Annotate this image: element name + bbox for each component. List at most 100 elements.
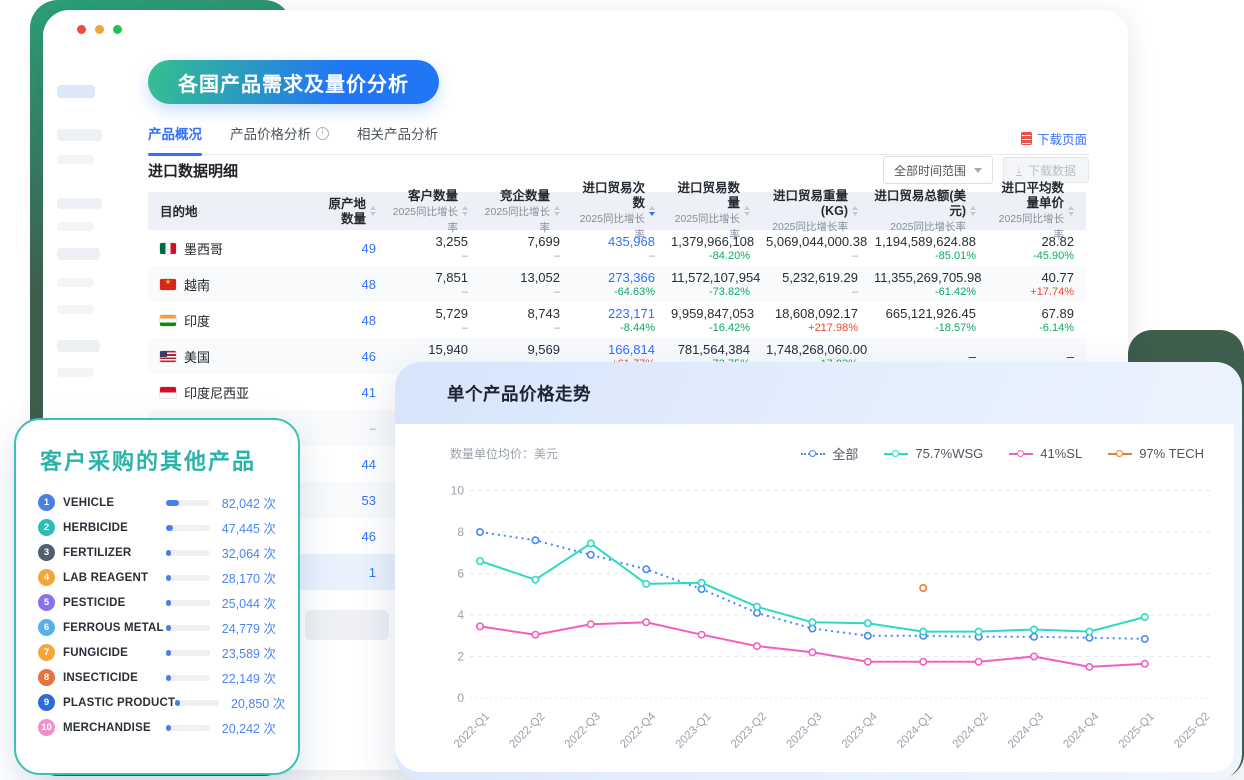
column-header[interactable]: 客户数量2025同比增长率 — [388, 192, 480, 230]
product-count: 22,149 次 — [210, 668, 276, 687]
origin-count-cell: – — [323, 420, 388, 436]
svg-text:6: 6 — [457, 567, 464, 581]
sort-icon[interactable] — [744, 206, 750, 216]
product-list-item[interactable]: 8 INSECTICIDE 22,149 次 — [34, 665, 280, 690]
product-bar — [166, 725, 210, 731]
svg-text:4: 4 — [457, 608, 464, 622]
sort-icon[interactable] — [852, 206, 858, 216]
column-header[interactable]: 竞企数量2025同比增长率 — [480, 192, 572, 230]
table-header: 目的地 原产地数量 客户数量2025同比增长率 竞企数量2025同比增长率 进口… — [148, 192, 1086, 230]
column-header[interactable]: 进口贸易总额(美元)2025同比增长率 — [870, 192, 988, 230]
svg-text:2025-Q1: 2025-Q1 — [1117, 711, 1157, 751]
svg-text:2023-Q2: 2023-Q2 — [729, 711, 769, 751]
product-count: 82,042 次 — [210, 493, 276, 512]
close-button[interactable] — [77, 25, 86, 34]
product-list-item[interactable]: 3 FERTILIZER 32,064 次 — [34, 540, 280, 565]
zoom-button[interactable] — [113, 25, 122, 34]
product-list-item[interactable]: 9 PLASTIC PRODUCT 20,850 次 — [34, 690, 280, 715]
sort-icon[interactable] — [554, 206, 560, 216]
destination-cell: 墨西哥 — [148, 239, 323, 258]
column-header[interactable]: 进口贸易次数2025同比增长率 — [572, 192, 667, 230]
product-bar — [166, 500, 210, 506]
country-flag-icon — [160, 279, 176, 290]
table-row[interactable]: 印度 48 5,729 – 8,743 – 223,171 -8.44% 9,9… — [148, 302, 1086, 338]
product-bar — [166, 675, 210, 681]
destination-cell: 印度 — [148, 311, 323, 330]
svg-text:2023-Q4: 2023-Q4 — [840, 710, 881, 751]
download-page-link[interactable]: 下载页面 — [1021, 129, 1087, 148]
metric-cell: 7,699 – — [480, 234, 572, 263]
product-list-item[interactable]: 2 HERBICIDE 47,445 次 — [34, 515, 280, 540]
tab-1[interactable]: 产品价格分析 — [230, 124, 329, 154]
column-header[interactable]: 原产地数量 — [323, 192, 388, 230]
price-trend-chart[interactable]: 02468102022-Q12022-Q22022-Q32022-Q42023-… — [410, 470, 1220, 775]
svg-text:2022-Q1: 2022-Q1 — [452, 711, 492, 751]
product-list-item[interactable]: 1 VEHICLE 82,042 次 — [34, 490, 280, 515]
legend-marker-icon — [1108, 449, 1132, 458]
sidebar-skeleton-bar — [57, 155, 94, 164]
legend-marker-icon — [1009, 449, 1033, 458]
table-row[interactable]: 墨西哥 49 3,255 – 7,699 – 435,968 – 1,379,9… — [148, 230, 1086, 266]
product-name: FERTILIZER — [63, 547, 166, 559]
origin-count-cell: 41 — [323, 385, 388, 400]
sort-icon[interactable] — [649, 206, 655, 216]
sort-icon[interactable] — [970, 206, 976, 216]
country-flag-icon — [160, 351, 176, 362]
download-data-label: 下载数据 — [1028, 162, 1076, 179]
sidebar-skeleton-bar — [57, 368, 94, 377]
chart-legend: 全部 75.7%WSG 41%SL 97% TECH — [801, 444, 1204, 463]
origin-count-cell: 48 — [323, 313, 388, 328]
product-list-item[interactable]: 7 FUNGICIDE 23,589 次 — [34, 640, 280, 665]
tab-0[interactable]: 产品概况 — [148, 124, 202, 154]
price-trend-card: 单个产品价格走势 数量单位均价：美元 全部 75.7%WSG 41%SL 97%… — [395, 362, 1242, 780]
product-bar — [166, 600, 210, 606]
product-count: 28,170 次 — [210, 568, 276, 587]
metric-cell: 1,194,589,624.88 -85.01% — [870, 234, 988, 263]
sidebar-skeleton-bar — [57, 340, 100, 352]
product-name: PLASTIC PRODUCT — [63, 697, 175, 709]
product-count: 23,589 次 — [210, 643, 276, 662]
sort-icon[interactable] — [370, 206, 376, 216]
page-title: 各国产品需求及量价分析 — [148, 60, 439, 104]
metric-cell: 18,608,092.17 +217.98% — [762, 306, 870, 335]
legend-marker-icon — [801, 449, 825, 458]
sort-icon[interactable] — [462, 206, 468, 216]
origin-count-cell: 48 — [323, 277, 388, 292]
other-products-title: 客户采购的其他产品 — [40, 444, 280, 476]
product-list-item[interactable]: 10 MERCHANDISE 20,242 次 — [34, 715, 280, 740]
product-bar — [166, 575, 210, 581]
svg-text:2: 2 — [457, 650, 464, 664]
column-header[interactable]: 进口贸易重量(KG)2025同比增长率 — [762, 192, 870, 230]
column-header[interactable]: 进口贸易数量2025同比增长率 — [667, 192, 762, 230]
table-row[interactable]: 越南 48 7,851 – 13,052 – 273,366 -64.63% 1… — [148, 266, 1086, 302]
page-title-text: 各国产品需求及量价分析 — [178, 68, 409, 97]
column-header[interactable]: 进口平均数量单价2025同比增长率 — [988, 192, 1086, 230]
rank-badge: 6 — [38, 619, 55, 636]
product-list-item[interactable]: 4 LAB REAGENT 28,170 次 — [34, 565, 280, 590]
legend-item[interactable]: 全部 — [801, 444, 858, 463]
tab-2[interactable]: 相关产品分析 — [357, 124, 438, 154]
download-icon: ↓ — [1016, 164, 1022, 176]
rank-badge: 2 — [38, 519, 55, 536]
metric-cell: 13,052 – — [480, 270, 572, 299]
origin-count-cell: 46 — [323, 349, 388, 364]
table-loading-skeleton — [305, 610, 389, 640]
country-flag-icon — [160, 387, 176, 398]
metric-cell: 5,069,044,000.38 – — [762, 234, 870, 263]
product-list-item[interactable]: 5 PESTICIDE 25,044 次 — [34, 590, 280, 615]
metric-cell: 8,743 – — [480, 306, 572, 335]
sidebar-skeleton-bar — [57, 129, 102, 141]
legend-item[interactable]: 41%SL — [1009, 446, 1082, 461]
tab-bar: 产品概况 产品价格分析 相关产品分析 — [148, 124, 1089, 155]
sort-icon[interactable] — [1068, 206, 1074, 216]
product-count: 47,445 次 — [210, 518, 276, 537]
origin-count-cell: 44 — [323, 457, 388, 472]
legend-item[interactable]: 75.7%WSG — [884, 446, 983, 461]
product-count: 25,044 次 — [210, 593, 276, 612]
product-list-item[interactable]: 6 FERROUS METAL 24,779 次 — [34, 615, 280, 640]
svg-text:2025-Q2: 2025-Q2 — [1172, 711, 1212, 751]
minimize-button[interactable] — [95, 25, 104, 34]
svg-text:2023-Q1: 2023-Q1 — [674, 711, 714, 751]
legend-item[interactable]: 97% TECH — [1108, 446, 1204, 461]
time-range-select[interactable]: 全部时间范围 — [883, 156, 993, 184]
